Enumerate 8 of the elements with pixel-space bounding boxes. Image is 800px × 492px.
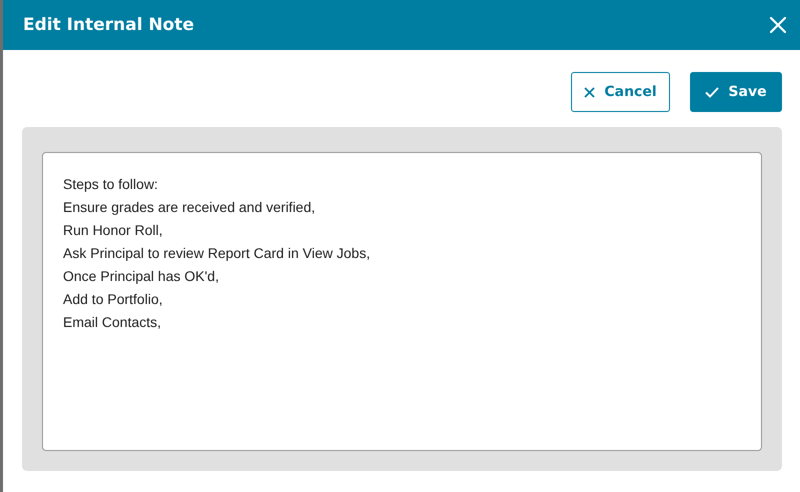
close-button[interactable] [770, 17, 786, 33]
checkmark-icon [705, 86, 720, 98]
save-button[interactable]: Save [690, 72, 782, 112]
cancel-button[interactable]: Cancel [571, 72, 670, 112]
close-icon [584, 86, 596, 98]
dialog-title: Edit Internal Note [23, 15, 194, 35]
close-icon [770, 17, 786, 33]
note-field[interactable]: Steps to follow: Ensure grades are received and verified, Run Honor Roll, Ask Principal to review Report Card in View Jobs, Once Principal has OK'd, Add to Portfolio, Email Contacts, [42, 152, 762, 451]
